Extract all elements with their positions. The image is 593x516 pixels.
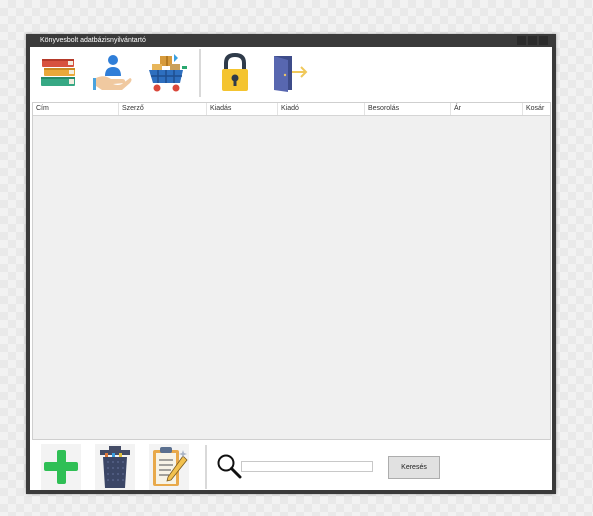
edit-clipboard-icon[interactable] xyxy=(149,444,189,490)
search-input[interactable] xyxy=(241,461,373,472)
magnifier-icon xyxy=(217,454,242,479)
column-header-title[interactable]: Cím xyxy=(33,103,119,115)
column-header-author[interactable]: Szerző xyxy=(119,103,207,115)
maximize-button[interactable] xyxy=(528,36,537,45)
shopping-cart-icon[interactable] xyxy=(146,52,188,94)
column-header-edition[interactable]: Kiadás xyxy=(207,103,278,115)
minimize-button[interactable] xyxy=(517,36,526,45)
book-grid[interactable]: Cím Szerző Kiadás Kiadó Besorolás Ár Kos… xyxy=(32,102,551,440)
title-bar[interactable]: Könyvesbolt adatbázisnyilvántartó xyxy=(26,34,556,47)
column-header-price[interactable]: Ár xyxy=(451,103,523,115)
books-icon[interactable] xyxy=(38,52,80,94)
bottom-separator xyxy=(205,445,207,489)
trash-bin-icon[interactable] xyxy=(95,444,135,490)
column-header-publisher[interactable]: Kiadó xyxy=(278,103,365,115)
app-window: Könyvesbolt adatbázisnyilvántartó Cím Sz… xyxy=(26,34,556,494)
padlock-icon[interactable] xyxy=(214,52,256,94)
toolbar xyxy=(30,47,552,99)
column-header-cart[interactable]: Kosár xyxy=(523,103,551,115)
search-button[interactable]: Keresés xyxy=(388,456,440,479)
client-area: Cím Szerző Kiadás Kiadó Besorolás Ár Kos… xyxy=(30,47,552,490)
exit-door-icon[interactable] xyxy=(268,52,310,94)
add-plus-icon[interactable] xyxy=(41,444,81,490)
grid-header: Cím Szerző Kiadás Kiadó Besorolás Ár Kos… xyxy=(33,103,550,116)
toolbar-separator xyxy=(199,49,201,97)
column-header-category[interactable]: Besorolás xyxy=(365,103,451,115)
bottom-bar: Keresés xyxy=(30,441,552,490)
user-hand-icon[interactable] xyxy=(92,52,134,94)
close-button[interactable] xyxy=(539,36,548,45)
window-title: Könyvesbolt adatbázisnyilvántartó xyxy=(40,37,146,44)
